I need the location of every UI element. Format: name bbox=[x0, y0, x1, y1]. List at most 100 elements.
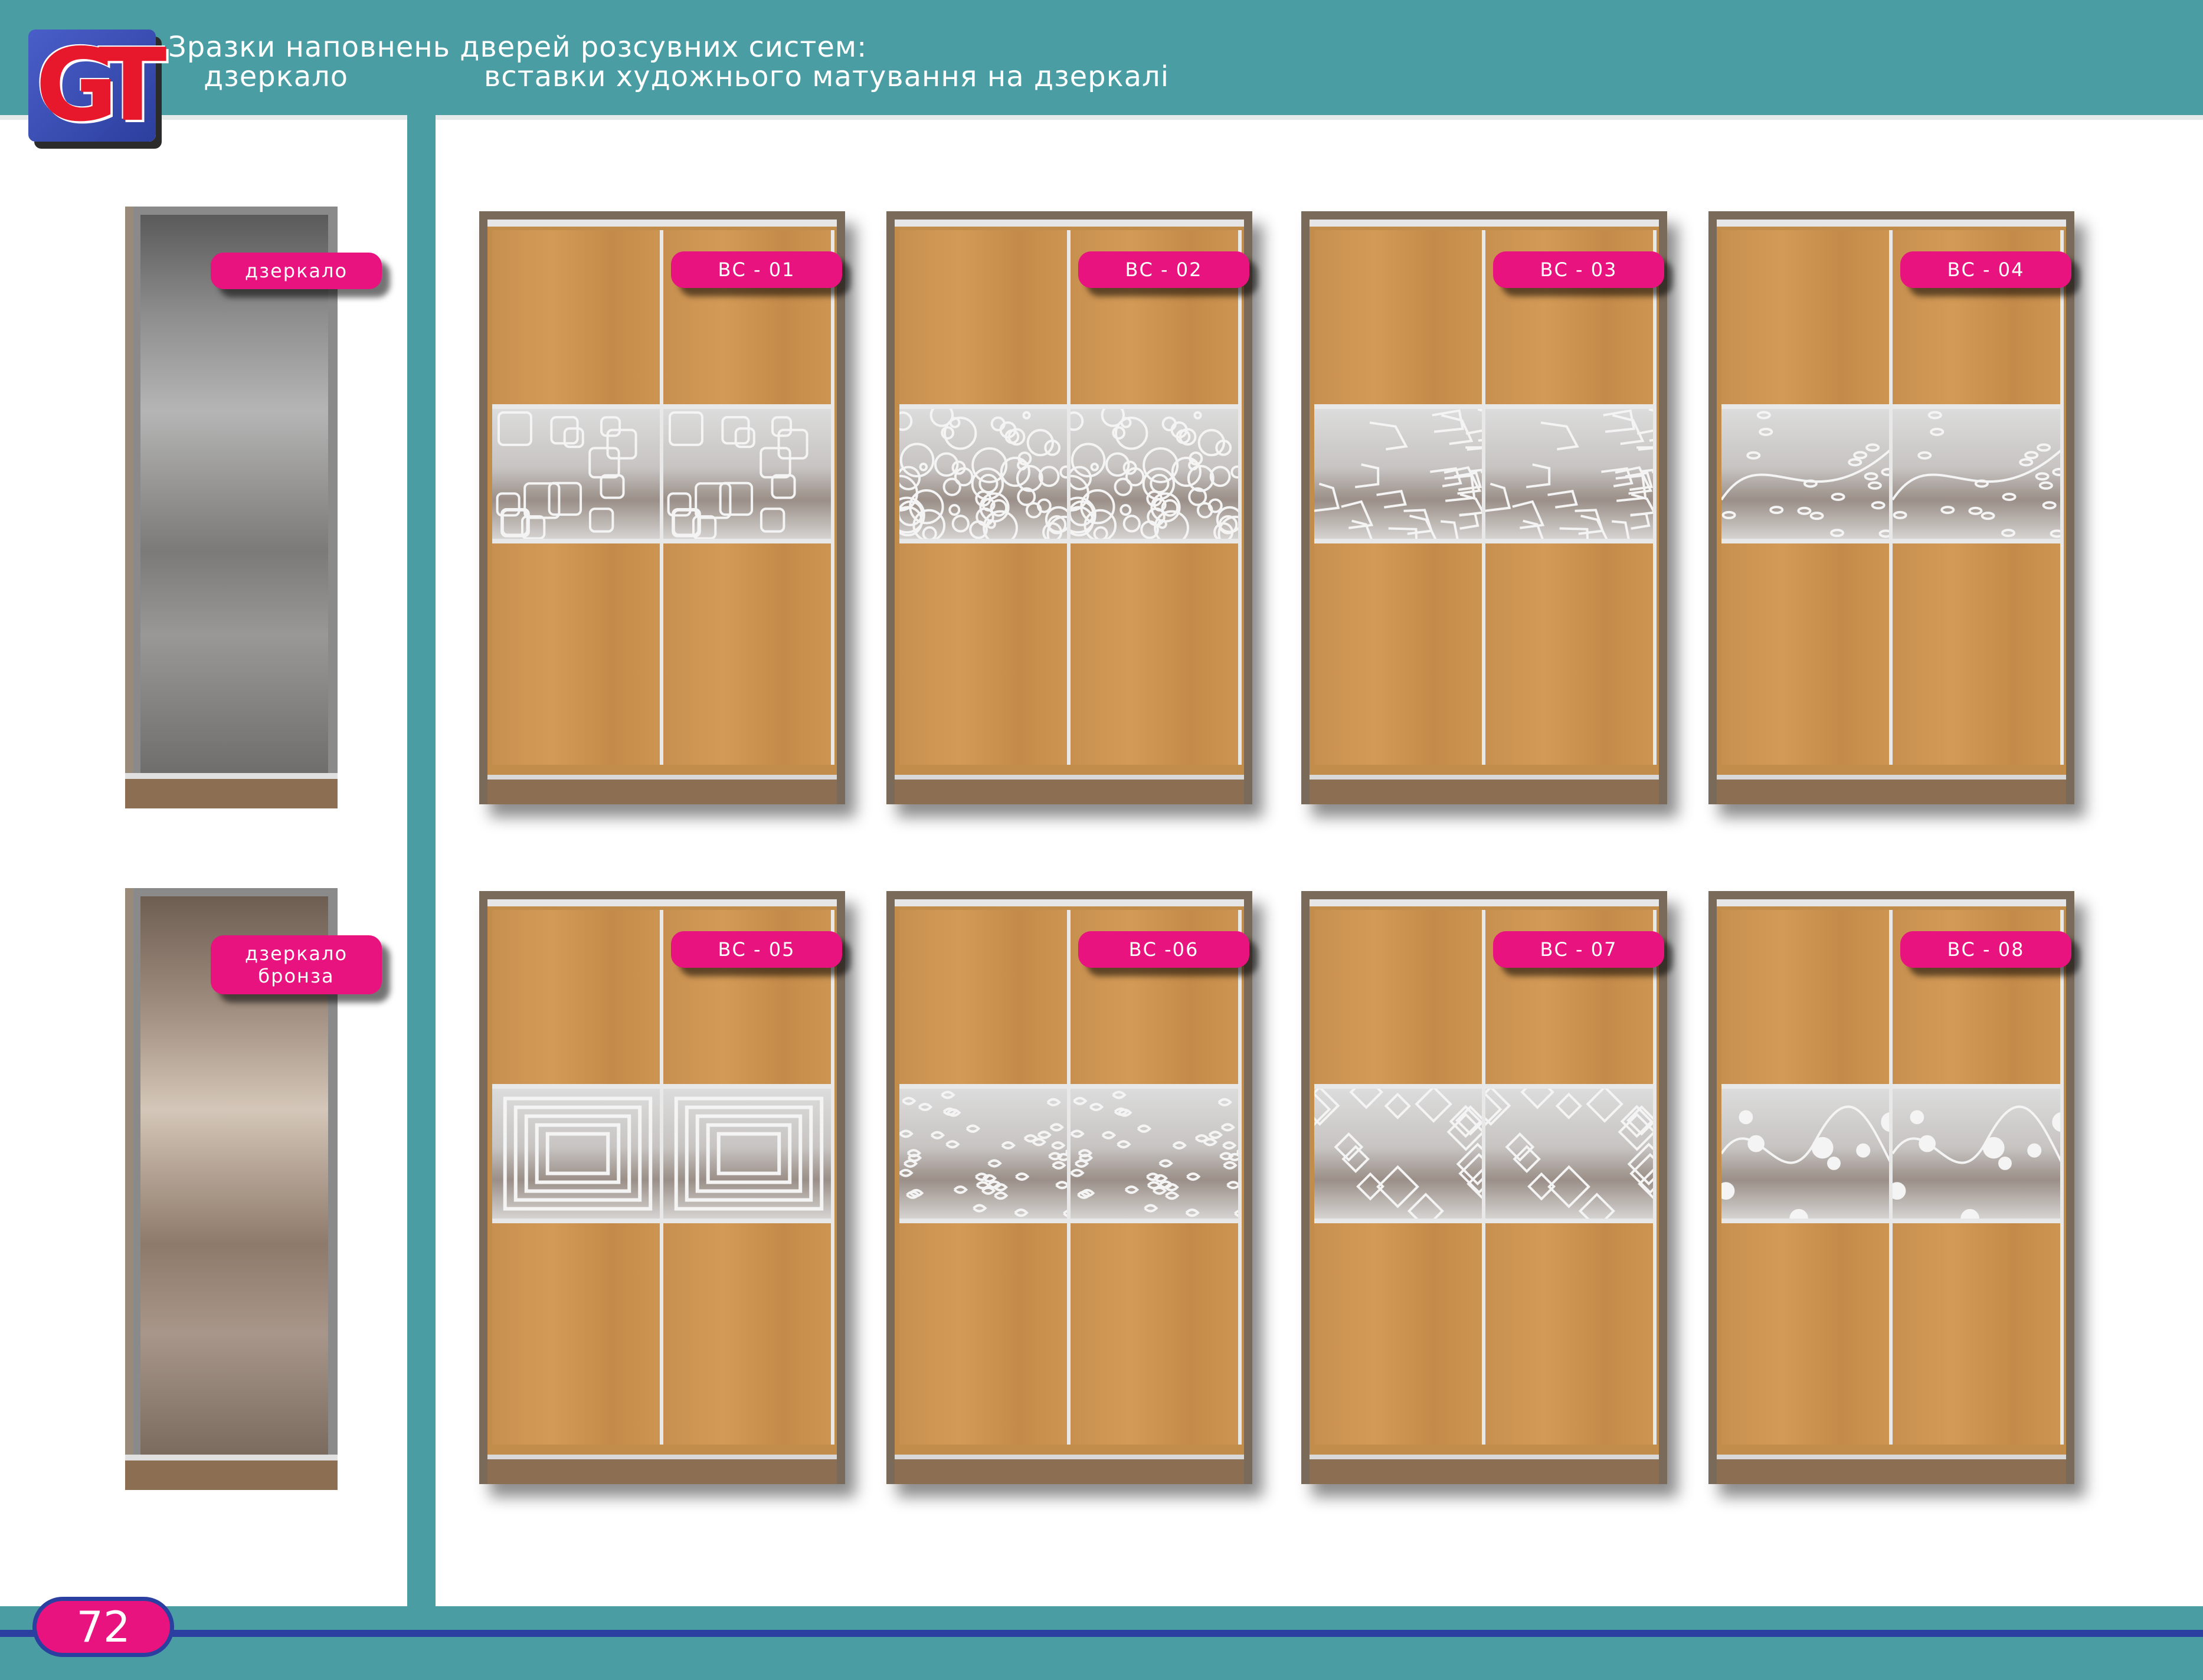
wardrobe-plinth bbox=[1717, 775, 2066, 804]
door-lower-panel bbox=[1721, 1223, 1893, 1445]
door-rail bbox=[492, 1219, 663, 1223]
mirror-label: дзеркало bbox=[211, 253, 382, 289]
door-lower-panel bbox=[1721, 543, 1893, 765]
mirror-label: дзеркало бронза bbox=[211, 935, 382, 994]
door-upper-panel bbox=[899, 910, 1071, 1084]
wardrobe-top-rail bbox=[1310, 220, 1659, 227]
door-rail bbox=[663, 1084, 834, 1089]
door-lower-panel bbox=[899, 543, 1071, 765]
frosted-mirror-insert bbox=[492, 1089, 663, 1219]
door-stile bbox=[2060, 230, 2064, 765]
logo-lettering: GT bbox=[35, 27, 166, 144]
wardrobe-plinth bbox=[487, 775, 837, 804]
door-rail bbox=[899, 404, 1071, 409]
door-rail bbox=[1893, 1219, 2064, 1223]
door-rail bbox=[1893, 1084, 2064, 1089]
footer-band-lower bbox=[0, 1637, 2203, 1680]
subtitle-inserts: вставки художнього матування на дзеркалі bbox=[484, 60, 1170, 93]
door-rail bbox=[1314, 1084, 1485, 1089]
frosted-mirror-insert bbox=[492, 409, 663, 539]
door-lower-panel bbox=[1485, 1223, 1657, 1445]
wardrobe-plinth bbox=[895, 1455, 1244, 1484]
mirror-sample-plain: дзеркало bbox=[125, 207, 382, 808]
door-rail bbox=[1721, 539, 1893, 543]
door-rail bbox=[1721, 1084, 1893, 1089]
door-rail bbox=[1071, 539, 1242, 543]
wardrobe-plinth bbox=[1310, 1455, 1659, 1484]
wardrobe-plinth bbox=[1717, 1455, 2066, 1484]
frosting-pattern bbox=[1314, 1089, 1485, 1219]
door-lower-panel bbox=[1071, 1223, 1242, 1445]
wardrobe-sample: ВС - 08 bbox=[1708, 891, 2074, 1484]
wardrobe-top-rail bbox=[487, 899, 837, 906]
wardrobe-plinth bbox=[1310, 775, 1659, 804]
wardrobe-top-rail bbox=[895, 220, 1244, 227]
door-stile bbox=[1653, 910, 1657, 1445]
door-rail bbox=[1071, 404, 1242, 409]
door-lower-panel bbox=[1893, 543, 2064, 765]
wardrobe-sample: ВС - 07 bbox=[1301, 891, 1667, 1484]
door-stile bbox=[2060, 910, 2064, 1445]
footer-stripe bbox=[0, 1630, 2203, 1637]
door-stile bbox=[831, 230, 834, 765]
frosted-mirror-insert bbox=[899, 1089, 1071, 1219]
door-lower-panel bbox=[663, 543, 834, 765]
door-upper-panel bbox=[899, 230, 1071, 404]
door-rail bbox=[663, 539, 834, 543]
model-code-label: ВС - 07 bbox=[1493, 931, 1664, 968]
frosted-mirror-insert bbox=[1485, 1089, 1657, 1219]
door-lower-panel bbox=[1071, 543, 1242, 765]
frosting-pattern bbox=[1485, 409, 1657, 539]
frosting-pattern bbox=[1314, 409, 1485, 539]
model-code-label: ВС -06 bbox=[1078, 931, 1249, 968]
wardrobe-sample: ВС - 04 bbox=[1708, 211, 2074, 804]
door-rail bbox=[1893, 539, 2064, 543]
frosting-pattern bbox=[674, 1096, 824, 1211]
subtitle-mirror: дзеркало bbox=[204, 60, 349, 93]
frosted-mirror-insert bbox=[1071, 409, 1242, 539]
door-rail bbox=[1485, 404, 1657, 409]
frosted-mirror-insert bbox=[663, 1089, 834, 1219]
vertical-divider bbox=[407, 115, 436, 1611]
frosting-pattern bbox=[1071, 409, 1242, 539]
page-number: 72 bbox=[76, 1602, 130, 1652]
wardrobe-plinth bbox=[895, 775, 1244, 804]
door-lower-panel bbox=[663, 1223, 834, 1445]
door-rail bbox=[663, 404, 834, 409]
door-rail bbox=[899, 539, 1071, 543]
frosted-mirror-insert bbox=[1893, 409, 2064, 539]
door-lower-panel bbox=[1893, 1223, 2064, 1445]
mirror-label-text: дзеркало бронза bbox=[244, 942, 348, 987]
door-upper-panel bbox=[1314, 230, 1485, 404]
brand-logo: GT bbox=[28, 27, 166, 144]
frosted-mirror-insert bbox=[1314, 409, 1485, 539]
door-lower-panel bbox=[492, 543, 663, 765]
frosted-mirror-insert bbox=[1071, 1089, 1242, 1219]
door-rail bbox=[492, 539, 663, 543]
frosted-mirror-insert bbox=[1485, 409, 1657, 539]
wardrobe-sample: ВС -06 bbox=[886, 891, 1252, 1484]
frosted-mirror-insert bbox=[1721, 409, 1893, 539]
model-code-label: ВС - 04 bbox=[1900, 251, 2071, 288]
wardrobe-top-rail bbox=[487, 220, 837, 227]
door-rail bbox=[1314, 539, 1485, 543]
door-lower-panel bbox=[1314, 1223, 1485, 1445]
wardrobe-sample: ВС - 05 bbox=[479, 891, 845, 1484]
wardrobe-top-rail bbox=[1310, 899, 1659, 906]
door-rail bbox=[899, 1219, 1071, 1223]
door-rail bbox=[1721, 1219, 1893, 1223]
frosting-pattern bbox=[1893, 411, 2064, 538]
door-lower-panel bbox=[1314, 543, 1485, 765]
door-rail bbox=[1893, 404, 2064, 409]
door-rail bbox=[1314, 404, 1485, 409]
frosting-pattern bbox=[496, 411, 637, 539]
frosted-mirror-insert bbox=[899, 409, 1071, 539]
door-rail bbox=[492, 404, 663, 409]
model-code-label: ВС - 01 bbox=[671, 251, 842, 288]
frosting-pattern bbox=[1893, 1105, 2064, 1219]
door-rail bbox=[492, 1084, 663, 1089]
door-upper-panel bbox=[1721, 910, 1893, 1084]
door-rail bbox=[1485, 1219, 1657, 1223]
mirror-sample-bronze: дзеркало бронза bbox=[125, 888, 382, 1490]
door-rail bbox=[899, 1084, 1071, 1089]
